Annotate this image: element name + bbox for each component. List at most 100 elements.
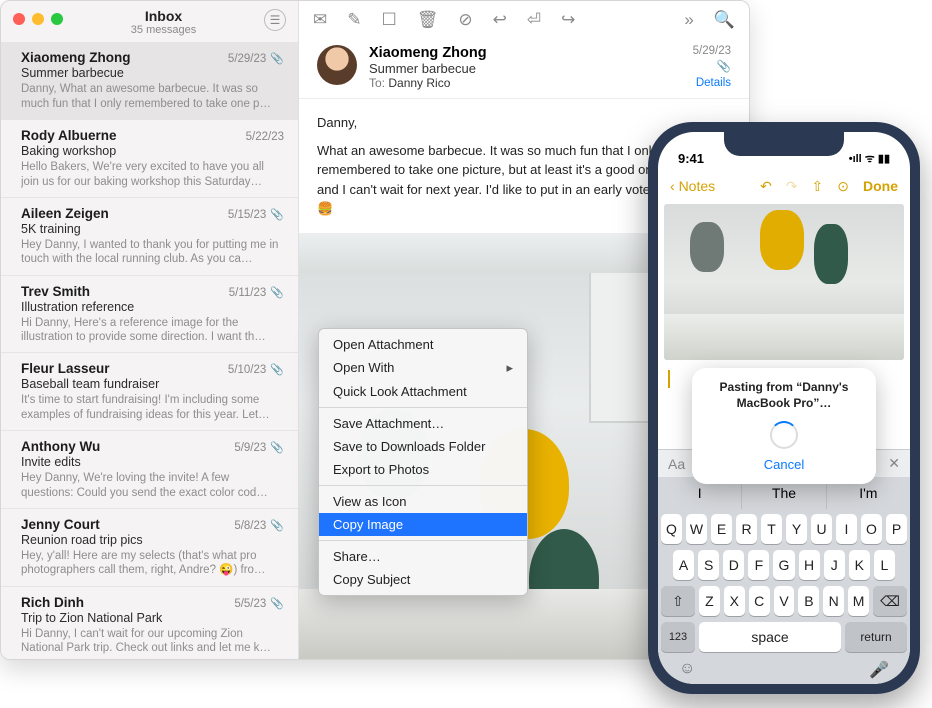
message-list[interactable]: Xiaomeng Zhong5/29/23📎Summer barbecueDan…	[1, 42, 298, 659]
menu-item[interactable]: Export to Photos	[319, 458, 527, 481]
key[interactable]: U	[811, 514, 832, 544]
menu-item[interactable]: Copy Image	[319, 513, 527, 536]
message-row[interactable]: Rich Dinh5/5/23📎Trip to Zion National Pa…	[1, 587, 298, 659]
key[interactable]: L	[874, 550, 895, 580]
zoom-icon[interactable]	[51, 13, 63, 25]
key[interactable]: F	[748, 550, 769, 580]
key[interactable]: Y	[786, 514, 807, 544]
message-list-pane: Inbox 35 messages ☰ Xiaomeng Zhong5/29/2…	[1, 1, 299, 659]
key[interactable]: S	[698, 550, 719, 580]
header-to: To: Danny Rico	[369, 76, 681, 90]
key[interactable]: V	[774, 586, 795, 616]
spinner-icon	[770, 421, 798, 449]
message-row[interactable]: Jenny Court5/8/23📎Reunion road trip pics…	[1, 509, 298, 587]
message-row[interactable]: Anthony Wu5/9/23📎Invite editsHey Danny, …	[1, 431, 298, 509]
key[interactable]: H	[799, 550, 820, 580]
key[interactable]: C	[749, 586, 770, 616]
shift-key[interactable]: ⇧	[661, 586, 695, 616]
message-row[interactable]: Aileen Zeigen5/15/23📎5K trainingHey Dann…	[1, 198, 298, 276]
key[interactable]: A	[673, 550, 694, 580]
status-indicators: •ıll ᯤ ▮▮	[849, 151, 890, 166]
message-row[interactable]: Rody Albuerne5/22/23Baking workshopHello…	[1, 120, 298, 198]
search-icon[interactable]: 🔍	[714, 10, 735, 30]
iphone-screen: 9:41 •ıll ᯤ ▮▮ ‹ Notes ↶ ↷ ⇧ ⊙ Done Past…	[658, 132, 910, 684]
dictation-key[interactable]: 🎤	[869, 660, 889, 680]
attachment-icon: 📎	[693, 59, 731, 73]
archive-icon[interactable]: ☐	[382, 10, 397, 30]
titlebar: Inbox 35 messages ☰	[1, 1, 298, 42]
menu-item[interactable]: Share…	[319, 545, 527, 568]
minimize-icon[interactable]	[32, 13, 44, 25]
trash-icon[interactable]: 🗑	[417, 10, 439, 30]
context-menu[interactable]: Open AttachmentOpen With▸Quick Look Atta…	[318, 328, 528, 596]
note-editor[interactable]: Pasting from “Danny's MacBook Pro”… Canc…	[658, 364, 910, 449]
key[interactable]: O	[861, 514, 882, 544]
key[interactable]: M	[848, 586, 869, 616]
message-row[interactable]: Fleur Lasseur5/10/23📎Baseball team fundr…	[1, 353, 298, 431]
delete-key[interactable]: ⌫	[873, 586, 907, 616]
mailbox-title: Inbox 35 messages	[63, 9, 264, 36]
key[interactable]: R	[736, 514, 757, 544]
avatar	[317, 45, 357, 85]
reader-toolbar: ✉︎ ✎ ☐ 🗑 ⊘ ↩︎ ⏎ ↪︎ » 🔍	[299, 1, 749, 39]
key[interactable]: T	[761, 514, 782, 544]
menu-item[interactable]: View as Icon	[319, 490, 527, 513]
junk-icon[interactable]: ⊘	[458, 10, 472, 30]
details-link[interactable]: Details	[693, 77, 731, 89]
key[interactable]: I	[836, 514, 857, 544]
menu-item[interactable]: Copy Subject	[319, 568, 527, 591]
key[interactable]: E	[711, 514, 732, 544]
key[interactable]: X	[724, 586, 745, 616]
key[interactable]: G	[773, 550, 794, 580]
filter-icon[interactable]: ☰	[264, 9, 286, 31]
message-row[interactable]: Trev Smith5/11/23📎Illustration reference…	[1, 276, 298, 354]
key[interactable]: B	[798, 586, 819, 616]
done-button[interactable]: Done	[863, 178, 898, 194]
notch	[724, 132, 844, 156]
key[interactable]: Q	[661, 514, 682, 544]
compose-icon[interactable]: ✎	[347, 10, 361, 30]
menu-item[interactable]: Save Attachment…	[319, 412, 527, 435]
dismiss-icon[interactable]: ✕	[888, 455, 900, 472]
menu-item[interactable]: Open With▸	[319, 356, 527, 380]
envelope-icon[interactable]: ✉︎	[313, 10, 327, 30]
paste-title: Pasting from “Danny's MacBook Pro”…	[704, 380, 864, 411]
more-icon[interactable]: ⊙	[837, 178, 849, 195]
reply-icon[interactable]: ↩︎	[493, 10, 507, 30]
note-image[interactable]	[664, 204, 904, 360]
window-controls[interactable]	[13, 9, 63, 25]
key[interactable]: N	[823, 586, 844, 616]
close-icon[interactable]	[13, 13, 25, 25]
key[interactable]: K	[849, 550, 870, 580]
numbers-key[interactable]: 123	[661, 622, 695, 652]
key[interactable]: Z	[699, 586, 720, 616]
message-header: Xiaomeng Zhong Summer barbecue To: Danny…	[299, 39, 749, 99]
cancel-button[interactable]: Cancel	[704, 457, 864, 472]
keyboard[interactable]: QWERTYUIOP ASDFGHJKL ⇧ZXCVBNM⌫ 123spaceretu…	[658, 509, 910, 684]
emoji-key[interactable]: ☺	[679, 660, 695, 680]
share-icon[interactable]: ⇧	[812, 178, 824, 195]
format-aa[interactable]: Aa	[668, 456, 685, 472]
menu-item[interactable]: Open Attachment	[319, 333, 527, 356]
iphone-device: 9:41 •ıll ᯤ ▮▮ ‹ Notes ↶ ↷ ⇧ ⊙ Done Past…	[648, 122, 920, 694]
key[interactable]: P	[886, 514, 907, 544]
key[interactable]: J	[824, 550, 845, 580]
undo-icon[interactable]: ↶	[760, 178, 772, 195]
paste-popover: Pasting from “Danny's MacBook Pro”… Canc…	[692, 368, 876, 484]
reply-all-icon[interactable]: ⏎	[527, 10, 541, 30]
key[interactable]: W	[686, 514, 707, 544]
menu-item[interactable]: Quick Look Attachment	[319, 380, 527, 403]
mailbox-count: 35 messages	[63, 24, 264, 36]
forward-icon[interactable]: ↪︎	[561, 10, 575, 30]
return-key[interactable]: return	[845, 622, 907, 652]
redo-icon[interactable]: ↷	[786, 178, 798, 195]
header-date: 5/29/23	[693, 45, 731, 57]
menu-item[interactable]: Save to Downloads Folder	[319, 435, 527, 458]
back-button[interactable]: ‹ Notes	[670, 178, 715, 194]
space-key[interactable]: space	[699, 622, 841, 652]
text-caret	[668, 370, 670, 388]
more-icon[interactable]: »	[684, 10, 693, 30]
header-subject: Summer barbecue	[369, 61, 681, 76]
key[interactable]: D	[723, 550, 744, 580]
message-row[interactable]: Xiaomeng Zhong5/29/23📎Summer barbecueDan…	[1, 42, 298, 120]
